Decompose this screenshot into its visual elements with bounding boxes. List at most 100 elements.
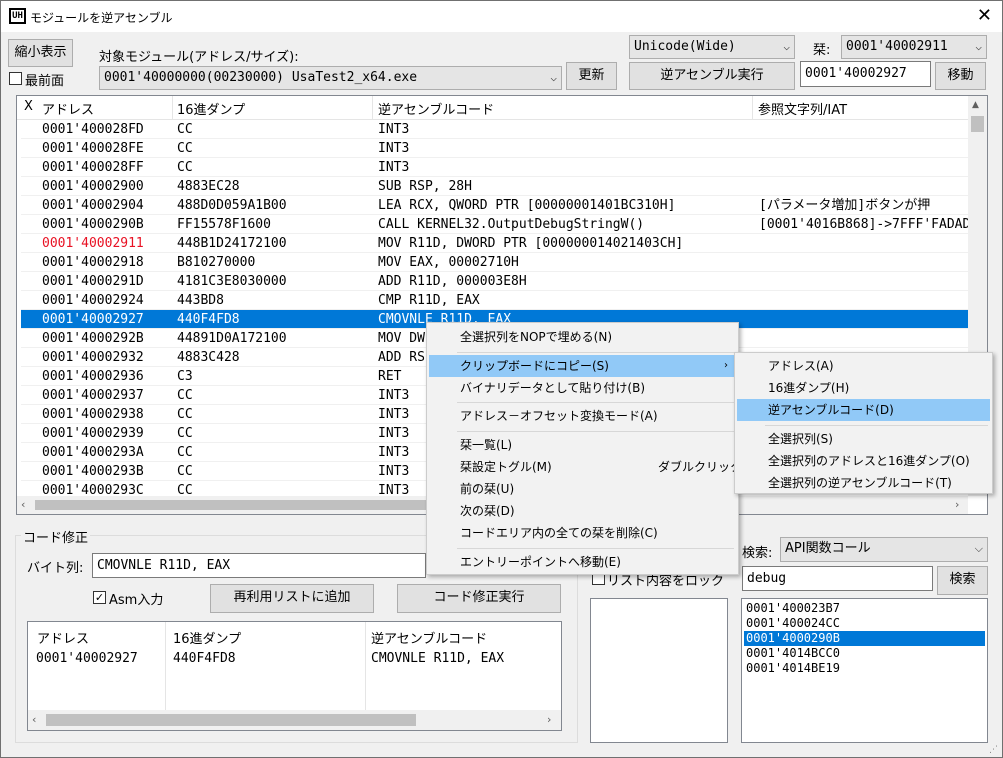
patch-row-address[interactable]: 0001'40002927	[36, 651, 138, 666]
column-address[interactable]: アドレス	[42, 99, 94, 118]
menu-item-fill-nop[interactable]: 全選択列をNOPで埋める(N)	[429, 326, 736, 348]
submenu-item-hexdump[interactable]: 16進ダンプ(H)	[737, 377, 990, 399]
menu-item-next-bookmark[interactable]: 次の栞(D)	[429, 500, 736, 522]
patch-scroll-thumb[interactable]	[46, 714, 416, 726]
column-hexdump[interactable]: 16進ダンプ	[177, 99, 245, 118]
submenu-item-all-address-hex[interactable]: 全選択列のアドレスと16進ダンプ(O)	[737, 450, 990, 472]
patch-column-disasm[interactable]: 逆アセンブルコード	[371, 628, 487, 647]
table-row[interactable]: 0001'400028FD CC INT3	[21, 120, 968, 139]
list-item[interactable]: 0001'400023B7	[744, 601, 985, 616]
row-addr: 0001'400028FD	[42, 122, 144, 137]
submenu-item-all-disasm[interactable]: 全選択列の逆アセンブルコード(T)	[737, 472, 990, 494]
row-addr: 0001'40002927	[42, 312, 144, 327]
scroll-right-icon[interactable]: ›	[955, 498, 959, 511]
submenu-item-all-selected[interactable]: 全選択列(S)	[737, 428, 990, 450]
submenu-item-disasm[interactable]: 逆アセンブルコード(D)	[737, 399, 990, 421]
vertical-scroll-thumb[interactable]	[971, 116, 984, 132]
menu-item-goto-entry-point[interactable]: エントリーポイントへ移動(E)	[429, 551, 736, 573]
refresh-button[interactable]: 更新	[566, 62, 617, 90]
menu-item-bookmark-toggle[interactable]: 栞設定トグル(M) ダブルクリック	[429, 456, 742, 478]
table-row[interactable]: 0001'4000291D 4181C3E8030000 ADD R11D, 000…	[21, 272, 968, 291]
scroll-left-icon[interactable]: ‹	[32, 713, 36, 726]
list-item[interactable]: 0001'4000290B	[744, 631, 985, 646]
table-row[interactable]: 0001'40002918 B810270000 MOV EAX, 00002710…	[21, 253, 968, 272]
close-icon[interactable]: ✕	[977, 5, 992, 26]
code-edit-title: コード修正	[21, 527, 91, 546]
search-results-list[interactable]: 0001'400023B7 0001'400024CC 0001'4000290B 0…	[741, 598, 988, 743]
patch-list[interactable]: アドレス 16進ダンプ 逆アセンブルコード 0001'40002927 440F…	[27, 621, 562, 731]
resize-grip-icon[interactable]: ⋰	[989, 745, 998, 755]
add-to-reuse-list-button[interactable]: 再利用リストに追加	[210, 584, 374, 613]
menu-item-bookmark-list[interactable]: 栞一覧(L)	[429, 434, 736, 456]
row-hex: 4883EC28	[177, 179, 240, 194]
table-row[interactable]: 0001'400028FF CC INT3	[21, 158, 968, 177]
search-mode-select[interactable]: API関数コール ⌵	[780, 537, 988, 562]
menu-item-paste-binary[interactable]: バイナリデータとして貼り付け(B)	[429, 377, 736, 399]
row-hex: B810270000	[177, 255, 256, 270]
bookmark-select[interactable]: 0001'40002911 ⌵	[841, 35, 987, 59]
search-label: 検索:	[742, 546, 773, 561]
patch-column-address[interactable]: アドレス	[37, 628, 89, 647]
row-hex: 4883C428	[177, 350, 240, 365]
topmost-label: 最前面	[25, 74, 65, 89]
encoding-select-value: Unicode(Wide)	[634, 39, 736, 54]
module-select-value: 0001'40000000(00230000) UsaTest2_x64.exe	[104, 70, 418, 85]
scroll-up-icon[interactable]: ▲	[972, 100, 979, 110]
search-button[interactable]: 検索	[937, 566, 988, 595]
row-addr: 0001'40002904	[42, 198, 144, 213]
horizontal-scroll-thumb[interactable]	[35, 500, 430, 510]
list-item[interactable]: 0001'400024CC	[744, 616, 985, 631]
row-hex: CC	[177, 160, 193, 175]
column-reference[interactable]: 参照文字列/IAT	[758, 99, 847, 118]
module-select[interactable]: 0001'40000000(00230000) UsaTest2_x64.exe…	[99, 66, 562, 90]
row-addr: 0001'40002932	[42, 350, 144, 365]
menu-item-copy-label: クリップボードにコピー(S)	[460, 359, 609, 373]
table-row[interactable]: 0001'40002900 4883EC28 SUB RSP, 28H	[21, 177, 968, 196]
submenu-item-address[interactable]: アドレス(A)	[737, 355, 990, 377]
list-item[interactable]: 0001'4014BE19	[744, 661, 985, 676]
search-input[interactable]: debug	[742, 566, 933, 591]
column-disasm[interactable]: 逆アセンブルコード	[378, 99, 494, 118]
reuse-list[interactable]	[590, 598, 728, 743]
bookmark-label: 栞:	[813, 43, 831, 58]
row-hex: CC	[177, 445, 193, 460]
scroll-right-icon[interactable]: ›	[547, 713, 551, 726]
table-row[interactable]: 0001'40002904 488D0D059A1B00 LEA RCX, QWOR…	[21, 196, 968, 215]
row-hex: 440F4FD8	[177, 312, 240, 327]
address-input[interactable]: 0001'40002927	[800, 61, 931, 87]
row-asm: INT3	[378, 141, 410, 156]
move-button[interactable]: 移動	[935, 62, 986, 90]
row-asm: MOV EAX, 00002710H	[378, 255, 519, 270]
chevron-down-icon: ⌵	[783, 40, 790, 53]
list-item[interactable]: 0001'4014BCC0	[744, 646, 985, 661]
row-addr: 0001'4000291D	[42, 274, 144, 289]
table-row[interactable]: 0001'40002911 448B1D24172100 MOV R11D, DWO…	[21, 234, 968, 253]
table-row[interactable]: 0001'400028FE CC INT3	[21, 139, 968, 158]
submenu-arrow-icon: ›	[724, 360, 728, 371]
row-ref: [パラメータ増加]ボタンが押	[759, 198, 931, 213]
bytes-input[interactable]: CMOVNLE R11D, EAX	[92, 553, 426, 578]
menu-item-prev-bookmark[interactable]: 前の栞(U)	[429, 478, 736, 500]
table-row[interactable]: 0001'40002924 443BD8 CMP R11D, EAX	[21, 291, 968, 310]
list-header: X アドレス 16進ダンプ 逆アセンブルコード 参照文字列/IAT	[17, 96, 969, 120]
asm-input-checkbox[interactable]: ✓	[93, 591, 106, 604]
patch-row-asm[interactable]: CMOVNLE R11D, EAX	[371, 651, 504, 666]
shrink-button[interactable]: 縮小表示	[8, 39, 73, 67]
patch-column-hexdump[interactable]: 16進ダンプ	[173, 628, 241, 647]
column-x[interactable]: X	[24, 99, 33, 114]
menu-item-address-offset-mode[interactable]: アドレス－オフセット変換モード(A)	[429, 405, 736, 427]
patch-row-hex[interactable]: 440F4FD8	[173, 651, 236, 666]
patch-horizontal-scrollbar[interactable]: ‹ ›	[28, 710, 561, 730]
scroll-left-icon[interactable]: ‹	[21, 498, 25, 511]
menu-item-delete-all-bookmarks[interactable]: コードエリア内の全ての栞を削除(C)	[429, 522, 736, 544]
topmost-checkbox[interactable]	[9, 72, 22, 85]
menu-item-copy-clipboard[interactable]: クリップボードにコピー(S) ›	[429, 355, 736, 377]
row-hex: CC	[177, 388, 193, 403]
row-asm: LEA RCX, QWORD PTR [00000001401BC310H]	[378, 198, 676, 213]
table-row[interactable]: 0001'4000290B FF15578F1600 CALL KERNEL32.O…	[21, 215, 969, 234]
row-hex: 488D0D059A1B00	[177, 198, 287, 213]
encoding-select[interactable]: Unicode(Wide) ⌵	[629, 35, 795, 59]
apply-code-patch-button[interactable]: コード修正実行	[397, 584, 561, 613]
disassemble-button[interactable]: 逆アセンブル実行	[629, 62, 795, 90]
row-addr: 0001'40002939	[42, 426, 144, 441]
